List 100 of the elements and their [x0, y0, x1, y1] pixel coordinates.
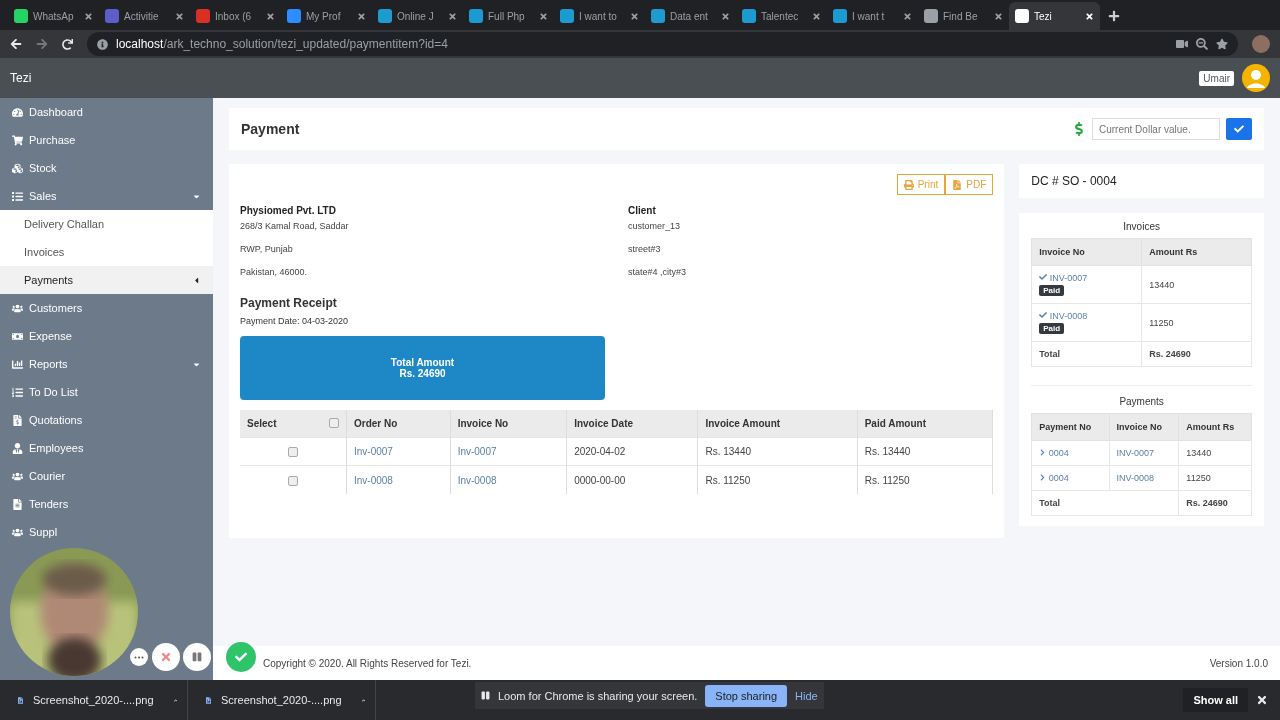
row-checkbox[interactable]	[288, 475, 298, 486]
invoice-link[interactable]: Inv-0008	[450, 465, 567, 494]
reload-icon[interactable]	[62, 38, 73, 50]
menu-icon	[12, 134, 23, 146]
bookmark-star-icon[interactable]	[1216, 38, 1228, 50]
total-value: Rs. 24690	[1178, 490, 1252, 516]
pause-icon[interactable]	[481, 691, 490, 700]
url-text[interactable]: localhost/ark_techno_solution/tezi_updated/paymentitem?id=4	[116, 37, 448, 51]
check-icon	[235, 651, 247, 663]
table-cell: 13440	[1178, 440, 1252, 466]
order-link[interactable]: Inv-0008	[346, 465, 451, 494]
payment-link[interactable]: 0004	[1048, 448, 1069, 458]
site-icon	[14, 9, 28, 23]
browser-tab[interactable]: Talentec	[736, 2, 827, 30]
sidebar-item[interactable]: Courier	[0, 462, 213, 490]
confirm-button[interactable]	[1226, 118, 1252, 140]
site-icon	[196, 9, 210, 23]
sharing-message: Loom for Chrome is sharing your screen.	[498, 689, 698, 702]
menu-icon	[12, 442, 23, 454]
dollar-icon	[1072, 122, 1086, 136]
download-item[interactable]: Screenshot_2020-....png	[188, 680, 376, 720]
browser-tab[interactable]: I want t	[827, 2, 918, 30]
menu-icon	[12, 358, 23, 370]
browser-tab[interactable]: Activitie	[99, 2, 190, 30]
close-icon[interactable]	[903, 11, 912, 21]
total-value: Rs. 24690	[1141, 341, 1252, 367]
info-icon[interactable]	[97, 38, 108, 50]
browser-tab[interactable]: WhatsAp	[8, 2, 99, 30]
dc-title: DC # SO - 0004	[1019, 164, 1264, 198]
status-badge: Paid	[1039, 323, 1065, 334]
forward-icon[interactable]	[36, 38, 48, 50]
sidebar-item[interactable]: Dashboard	[0, 98, 213, 126]
invoice-link[interactable]: INV-0008	[1049, 311, 1088, 321]
invoice-link[interactable]: INV-0007	[1049, 273, 1088, 283]
user-avatar[interactable]	[1242, 64, 1270, 92]
zoom-out-icon[interactable]	[1196, 38, 1208, 50]
sidebar-item[interactable]: Sales	[0, 182, 213, 210]
sidebar-item[interactable]: Tenders	[0, 490, 213, 518]
close-icon[interactable]	[175, 11, 184, 21]
sidebar-item[interactable]: Purchase	[0, 126, 213, 154]
address-bar[interactable]: localhost/ark_techno_solution/tezi_updated/paymentitem?id=4	[87, 32, 1238, 56]
browser-tab[interactable]: Data ent	[645, 2, 736, 30]
hide-link[interactable]: Hide	[795, 689, 818, 702]
site-icon	[833, 9, 847, 23]
sidebar-item[interactable]: Employees	[0, 434, 213, 462]
table-cell: Rs. 11250	[857, 465, 993, 494]
show-all-button[interactable]: Show all	[1183, 688, 1248, 712]
sidebar-subitem[interactable]: Delivery Challan	[0, 210, 213, 238]
browser-tab[interactable]: Tezi	[1009, 2, 1100, 30]
row-checkbox[interactable]	[288, 447, 298, 458]
column-header: Amount Rs	[1178, 413, 1252, 441]
sidebar-item[interactable]: To Do List	[0, 378, 213, 406]
close-icon[interactable]	[357, 11, 366, 21]
close-icon[interactable]	[812, 11, 821, 21]
invoice-link[interactable]: INV-0008	[1109, 465, 1179, 491]
download-item[interactable]: Screenshot_2020-....png	[0, 680, 188, 720]
sidebar-item[interactable]: Customers	[0, 294, 213, 322]
site-icon	[1015, 9, 1029, 23]
table-cell: 11250	[1141, 303, 1252, 342]
browser-tab[interactable]: I want to	[554, 2, 645, 30]
sidebar-subitem[interactable]: Payments	[0, 266, 213, 294]
version-text: Version 1.0.0	[1209, 657, 1268, 669]
close-icon[interactable]	[84, 11, 93, 21]
sidebar-item[interactable]: Stock	[0, 154, 213, 182]
browser-tab[interactable]: Inbox (6	[190, 2, 281, 30]
close-icon[interactable]	[630, 11, 639, 21]
close-icon[interactable]	[539, 11, 548, 21]
close-icon[interactable]	[1256, 694, 1268, 706]
sidebar-item[interactable]: Suppl	[0, 518, 213, 546]
menu-icon	[12, 162, 23, 174]
sidebar-item[interactable]: Reports	[0, 350, 213, 378]
browser-tab[interactable]: Find Be	[918, 2, 1009, 30]
close-icon[interactable]	[266, 11, 275, 21]
browser-tab[interactable]: Online J	[372, 2, 463, 30]
stop-sharing-button[interactable]: Stop sharing	[705, 684, 788, 707]
new-tab-icon[interactable]	[1108, 10, 1120, 22]
sidebar-subitem[interactable]: Invoices	[0, 238, 213, 266]
menu-icon	[12, 526, 23, 538]
payment-link[interactable]: 0004	[1048, 473, 1069, 483]
browser-tab[interactable]: Full Php	[463, 2, 554, 30]
order-link[interactable]: Inv-0007	[346, 437, 451, 466]
column-header: Amount Rs	[1141, 238, 1252, 266]
menu-icon	[12, 414, 23, 426]
browser-tab[interactable]: My Prof	[281, 2, 372, 30]
close-icon[interactable]	[1085, 11, 1094, 21]
dollar-field[interactable]: Current Dollar value.	[1092, 118, 1220, 140]
back-icon[interactable]	[10, 38, 22, 50]
invoice-link[interactable]: INV-0007	[1109, 440, 1179, 466]
sidebar-item[interactable]: Expense	[0, 322, 213, 350]
close-icon[interactable]	[994, 11, 1003, 21]
invoice-link[interactable]: Inv-0007	[450, 437, 567, 466]
select-all-checkbox[interactable]	[329, 418, 339, 428]
close-icon[interactable]	[721, 11, 730, 21]
column-header: Invoice No	[1031, 238, 1142, 266]
close-icon[interactable]	[448, 11, 457, 21]
camera-icon[interactable]	[1176, 38, 1188, 50]
table-cell: Rs. 13440	[697, 437, 858, 466]
profile-avatar[interactable]	[1252, 35, 1270, 53]
sidebar-item[interactable]: Quotations	[0, 406, 213, 434]
user-name[interactable]: Umair	[1199, 70, 1234, 86]
